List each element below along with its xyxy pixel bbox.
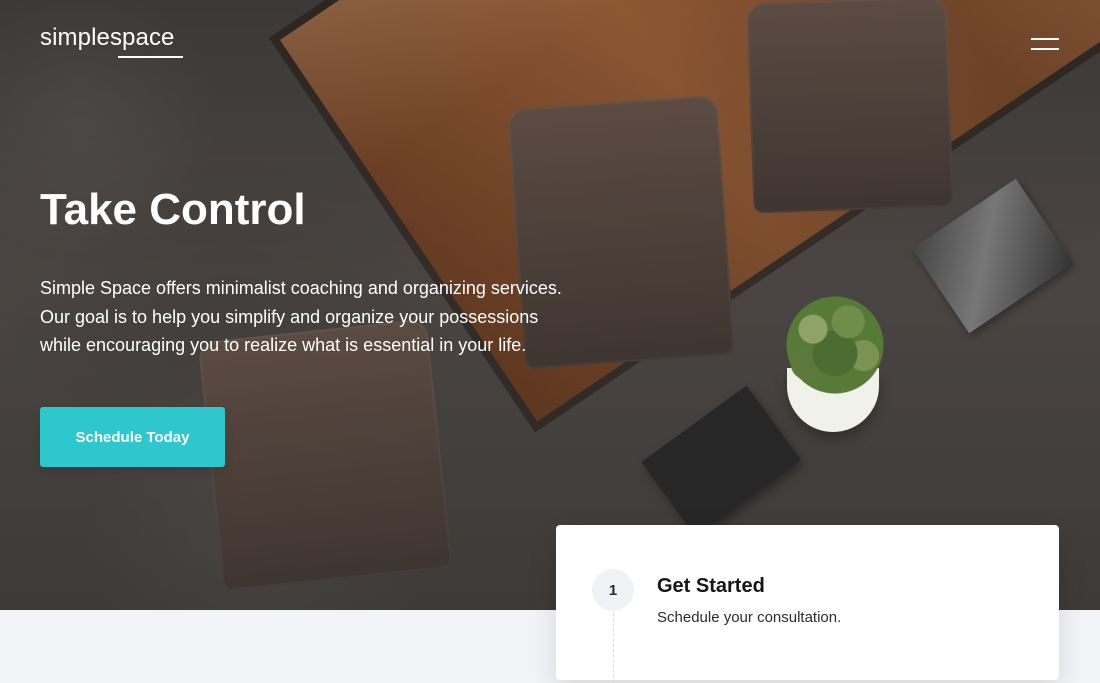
hamburger-menu-icon [1031, 48, 1059, 50]
site-logo[interactable]: simplespace [40, 22, 175, 54]
schedule-today-button[interactable]: Schedule Today [40, 407, 225, 467]
step-number-badge: 1 [592, 569, 634, 611]
menu-button[interactable] [1028, 34, 1062, 58]
step-card: 1 Get Started Schedule your consultation… [556, 525, 1059, 683]
step-description: Schedule your consultation. [657, 609, 842, 626]
step-title: Get Started [657, 575, 765, 597]
hero-title: Take Control [40, 185, 306, 234]
hero-description: Simple Space offers minimalist coaching … [40, 278, 562, 355]
logo-underline [118, 56, 183, 58]
top-navigation: simplespace [0, 0, 1100, 80]
hamburger-menu-icon [1031, 38, 1059, 40]
step-connector-line [613, 613, 614, 683]
hero-copy: Take Control Simple Space offers minimal… [40, 184, 600, 360]
plant-image [780, 292, 890, 398]
hero-section: simplespace Take Control Simple Space of… [0, 0, 1100, 610]
chair-image [197, 318, 453, 592]
